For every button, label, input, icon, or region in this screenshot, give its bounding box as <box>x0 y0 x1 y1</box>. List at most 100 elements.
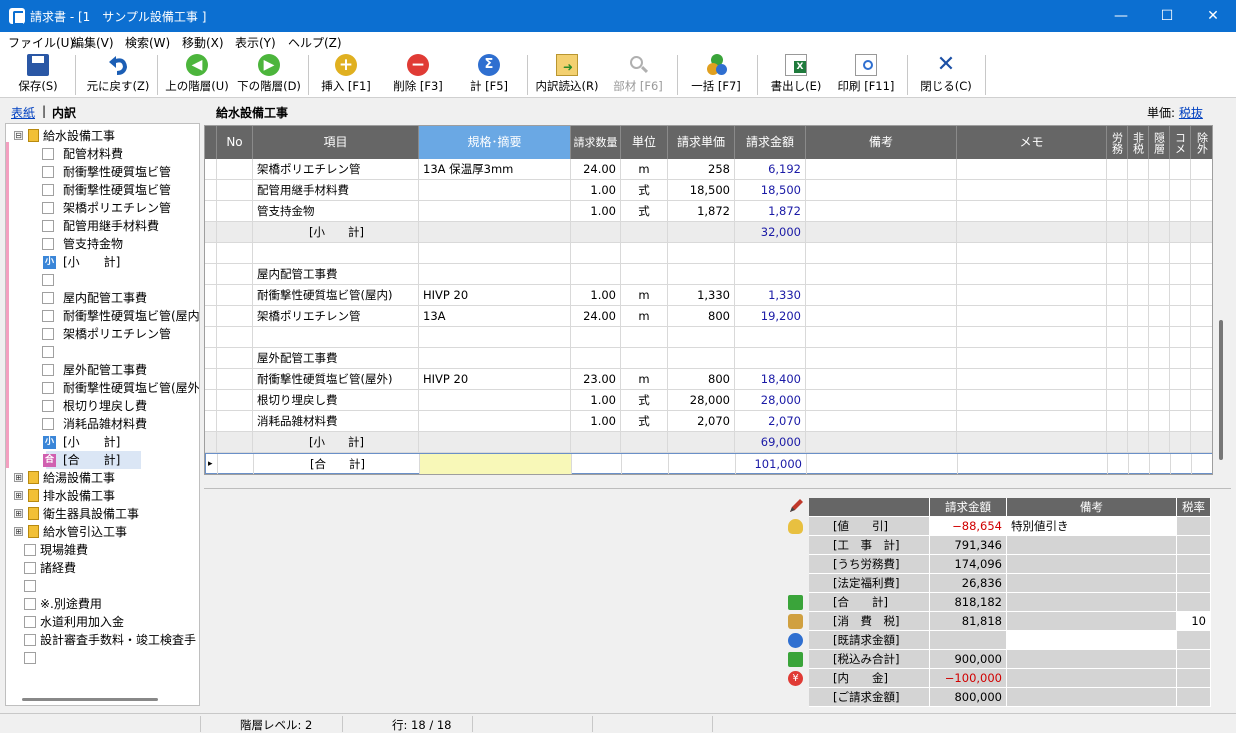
export-button[interactable]: X 書出し(E) <box>764 53 828 97</box>
grid-cell[interactable] <box>419 264 571 285</box>
grid-cell[interactable] <box>1191 432 1212 453</box>
row-selector[interactable] <box>205 411 217 432</box>
grid-cell[interactable] <box>217 285 253 306</box>
grid-cell[interactable]: 1.00 <box>571 411 621 432</box>
grid-cell[interactable]: 1,872 <box>668 201 735 222</box>
grid-cell[interactable]: 屋外配管工事費 <box>253 348 419 369</box>
grid-cell[interactable] <box>735 348 806 369</box>
grid-cell[interactable]: 1.00 <box>571 390 621 411</box>
summary-rate[interactable] <box>1177 517 1211 536</box>
tab-detail[interactable]: 内訳 <box>52 104 76 121</box>
grid-header[interactable]: 備考 <box>806 126 957 159</box>
summary-note[interactable] <box>1007 612 1177 631</box>
grid-cell[interactable] <box>621 348 668 369</box>
grid-header[interactable]: 非税 <box>1128 126 1149 159</box>
grid-cell[interactable] <box>419 180 571 201</box>
tree-node[interactable] <box>6 343 199 361</box>
save-button[interactable]: 保存(S) <box>14 53 62 97</box>
grid-cell[interactable]: 18,400 <box>735 369 806 390</box>
grid-cell[interactable] <box>1191 411 1212 432</box>
grid-cell[interactable] <box>1170 180 1191 201</box>
grid-cell[interactable]: 1,872 <box>735 201 806 222</box>
grid-cell[interactable]: 式 <box>621 390 668 411</box>
grid-header[interactable]: 単位 <box>621 126 668 159</box>
tree-node[interactable]: 消耗品雑材料費 <box>6 415 199 433</box>
grid-cell[interactable] <box>1128 264 1149 285</box>
grid-cell[interactable] <box>1191 348 1212 369</box>
grid-cell[interactable] <box>1191 390 1212 411</box>
grid-cell[interactable] <box>571 222 621 243</box>
tree-node[interactable]: 配管用継手材料費 <box>6 217 199 235</box>
tree-node[interactable]: ⊞ 衛生器具設備工事 <box>6 505 199 523</box>
menu-search[interactable]: 検索(W) <box>125 34 170 51</box>
grid-cell[interactable] <box>1191 285 1212 306</box>
grid-cell[interactable]: HIVP 20 <box>419 369 571 390</box>
row-selector[interactable]: ▸ <box>206 454 218 474</box>
row-selector[interactable] <box>205 348 217 369</box>
grid-cell[interactable]: 1.00 <box>571 201 621 222</box>
grid-cell[interactable] <box>668 264 735 285</box>
menu-view[interactable]: 表示(Y) <box>235 34 276 51</box>
row-selector[interactable] <box>205 369 217 390</box>
summary-note[interactable] <box>1007 574 1177 593</box>
grid-cell[interactable]: 1.00 <box>571 285 621 306</box>
close-button[interactable]: ✕ 閉じる(C) <box>916 53 976 97</box>
grid-cell[interactable] <box>217 306 253 327</box>
grid-cell[interactable] <box>806 264 957 285</box>
table-row[interactable]: 管支持金物 1.00 式 1,872 1,872 <box>205 201 1212 222</box>
grid-cell[interactable]: 2,070 <box>735 411 806 432</box>
grid-cell[interactable] <box>1191 264 1212 285</box>
grid-header[interactable]: コメ <box>1170 126 1191 159</box>
tree-node[interactable]: 諸経費 <box>6 559 199 577</box>
billed-icon[interactable] <box>788 633 803 648</box>
grid-cell[interactable] <box>419 411 571 432</box>
grid-cell[interactable] <box>218 454 254 474</box>
grid-cell[interactable] <box>217 369 253 390</box>
summary-rate[interactable] <box>1177 631 1211 650</box>
grid-cell[interactable] <box>958 454 1108 474</box>
sum-icon[interactable] <box>788 595 803 610</box>
grid-cell[interactable] <box>1128 369 1149 390</box>
grid-cell[interactable] <box>806 390 957 411</box>
grid-cell[interactable] <box>1170 306 1191 327</box>
grid-cell[interactable]: [小 計] <box>253 222 419 243</box>
summary-note[interactable] <box>1007 536 1177 555</box>
grid-cell[interactable]: 1,330 <box>735 285 806 306</box>
grid-cell[interactable] <box>735 264 806 285</box>
grid-cell[interactable]: 根切り埋戻し費 <box>253 390 419 411</box>
table-row[interactable]: ▸ [合 計] 101,000 <box>205 453 1212 474</box>
grid-cell[interactable] <box>217 243 253 264</box>
grid-cell[interactable] <box>1107 327 1128 348</box>
grid-cell[interactable] <box>217 222 253 243</box>
tree-node[interactable]: 配管材料費 <box>6 145 199 163</box>
discount-icon[interactable] <box>788 519 803 534</box>
minimize-button[interactable]: — <box>1098 0 1144 32</box>
grid-cell[interactable] <box>1191 306 1212 327</box>
yen-icon[interactable]: ¥ <box>788 671 803 686</box>
pencil-icon[interactable] <box>788 498 804 514</box>
undo-button[interactable]: 元に戻す(Z) <box>84 53 152 97</box>
grid-cell[interactable]: 13A 保温厚3mm <box>419 159 571 180</box>
row-selector[interactable] <box>205 159 217 180</box>
summary-note[interactable]: 特別値引き <box>1007 517 1177 536</box>
grid-header[interactable]: 請求数量 <box>571 126 621 159</box>
tab-cover[interactable]: 表紙 <box>11 104 35 121</box>
menu-help[interactable]: ヘルプ(Z) <box>288 34 342 51</box>
menu-move[interactable]: 移動(X) <box>182 34 224 51</box>
summary-note[interactable] <box>1007 669 1177 688</box>
grid-cell[interactable] <box>217 348 253 369</box>
tree-node[interactable]: 小 [小 計] <box>6 253 199 271</box>
grid-cell[interactable]: 配管用継手材料費 <box>253 180 419 201</box>
grid-cell[interactable] <box>1191 159 1212 180</box>
grid-cell[interactable]: 69,000 <box>735 432 806 453</box>
grid-cell[interactable] <box>1149 222 1170 243</box>
grid-cell[interactable] <box>1170 285 1191 306</box>
grid-cell[interactable] <box>668 243 735 264</box>
grid-cell[interactable] <box>1149 159 1170 180</box>
grid-header[interactable] <box>205 126 217 159</box>
tree-node[interactable]: 設計審査手数料・竣工検査手 <box>6 631 199 649</box>
grid-cell[interactable] <box>419 243 571 264</box>
grid-cell[interactable]: 13A <box>419 306 571 327</box>
summary-row[interactable]: [値 引] −88,654 特別値引き <box>788 517 1211 536</box>
grid-cell[interactable] <box>1150 454 1171 474</box>
